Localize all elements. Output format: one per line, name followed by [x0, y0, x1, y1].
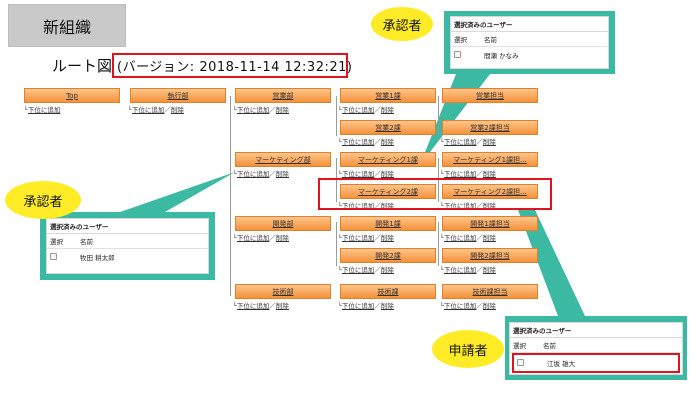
node-sales-tanto[interactable]: 営業担当 — [442, 88, 538, 103]
panel-header: 選択 名前 — [47, 234, 208, 249]
node-dev2-tanto-actions[interactable]: └下位に追加／削除 — [440, 264, 496, 274]
node-mkt1-actions[interactable]: └下位に追加／削除 — [338, 168, 394, 178]
node-top[interactable]: Top — [24, 88, 120, 103]
node-sales2[interactable]: 営業2課 — [340, 120, 436, 135]
connector-left — [120, 172, 235, 212]
tree-line-sales — [336, 96, 337, 136]
node-sales-actions[interactable]: └下位に追加／削除 — [233, 104, 289, 114]
node-sales1[interactable]: 営業1課 — [340, 88, 436, 103]
panel-header: 選択 名前 — [451, 32, 608, 47]
tree-line-dev — [336, 222, 337, 266]
node-tech-ka-actions[interactable]: └下位に追加／削除 — [338, 300, 394, 310]
selected-users-panel-top: 選択済みのユーザー 選択 名前 間瀬 かなみ — [450, 16, 609, 69]
select-checkbox[interactable] — [50, 252, 57, 260]
tree-line-dev-tanto — [438, 222, 439, 266]
bubble-approver-left: 承認者 — [5, 181, 81, 219]
node-dev1[interactable]: 開発1課 — [340, 216, 436, 231]
select-checkbox[interactable] — [454, 50, 461, 58]
user-name: 江坂 雄大 — [547, 360, 576, 368]
callout-applicant: 選択済みのユーザー 選択 名前 江坂 雄大 — [505, 316, 687, 380]
panel-title: 選択済みのユーザー — [510, 323, 682, 338]
node-sales1-actions[interactable]: └下位に追加／削除 — [338, 104, 394, 114]
node-mkt1[interactable]: マーケティング1課 — [340, 152, 436, 167]
col-name: 名前 — [543, 342, 556, 350]
user-name: 間瀬 かなみ — [484, 52, 519, 60]
node-sales2-actions[interactable]: └下位に追加／削除 — [338, 136, 394, 146]
bubble-applicant: 申請者 — [432, 330, 504, 368]
node-tech-actions[interactable]: └下位に追加／削除 — [233, 300, 289, 310]
node-sales2-tanto[interactable]: 営業2課担当 — [442, 120, 538, 135]
node-dev2-tanto[interactable]: 開発2課担当 — [442, 248, 538, 263]
node-exec-actions[interactable]: └下位に追加／削除 — [128, 104, 184, 114]
node-sales2-tanto-actions[interactable]: └下位に追加／削除 — [440, 136, 496, 146]
node-mkt1-tanto-actions[interactable]: └下位に追加／削除 — [440, 168, 496, 178]
select-checkbox[interactable] — [517, 358, 524, 366]
tree-line-main — [230, 96, 231, 296]
col-name: 名前 — [80, 238, 93, 246]
user-name: 牧田 耕太郎 — [80, 254, 115, 262]
node-dev2[interactable]: 開発2課 — [340, 248, 436, 263]
col-select: 選択 — [454, 36, 467, 44]
node-mkt[interactable]: マーケティング部 — [235, 152, 331, 167]
node-dev[interactable]: 開発部 — [235, 216, 331, 231]
node-sales[interactable]: 営業部 — [235, 88, 331, 103]
user-row[interactable]: 江坂 雄大 — [512, 353, 680, 373]
bubble-approver-top: 承認者 — [371, 7, 433, 41]
node-mkt-actions[interactable]: └下位に追加／削除 — [233, 168, 289, 178]
node-dev-actions[interactable]: └下位に追加／削除 — [233, 232, 289, 242]
selected-users-panel-applicant: 選択済みのユーザー 選択 名前 江坂 雄大 — [509, 322, 683, 375]
node-dev2-actions[interactable]: └下位に追加／削除 — [338, 264, 394, 274]
callout-approver-left: 選択済みのユーザー 選択 名前 牧田 耕太郎 — [40, 212, 215, 280]
selected-users-panel-left: 選択済みのユーザー 選択 名前 牧田 耕太郎 — [46, 218, 209, 274]
tree-line-sales-tanto — [438, 96, 439, 136]
node-tech-tanto[interactable]: 技術課担当 — [442, 284, 538, 299]
user-row[interactable]: 牧田 耕太郎 — [47, 249, 208, 265]
panel-title: 選択済みのユーザー — [451, 17, 608, 32]
mkt2-highlight — [318, 178, 552, 210]
col-name: 名前 — [484, 36, 497, 44]
node-dev1-tanto[interactable]: 開発1課担当 — [442, 216, 538, 231]
col-select: 選択 — [50, 238, 63, 246]
node-mkt1-tanto[interactable]: マーケティング1課担... — [442, 152, 538, 167]
node-tech-ka[interactable]: 技術課 — [340, 284, 436, 299]
panel-header: 選択 名前 — [510, 338, 682, 353]
col-select: 選択 — [513, 342, 526, 350]
node-exec[interactable]: 執行部 — [130, 88, 226, 103]
panel-title: 選択済みのユーザー — [47, 219, 208, 234]
user-row[interactable]: 間瀬 かなみ — [451, 47, 608, 63]
node-dev1-actions[interactable]: └下位に追加／削除 — [338, 232, 394, 242]
node-dev1-tanto-actions[interactable]: └下位に追加／削除 — [440, 232, 496, 242]
node-tech[interactable]: 技術部 — [235, 284, 331, 299]
callout-approver-top: 選択済みのユーザー 選択 名前 間瀬 かなみ — [444, 11, 615, 74]
node-tech-tanto-actions[interactable]: └下位に追加／削除 — [440, 300, 496, 310]
node-top-actions[interactable]: └下位に追加 — [24, 104, 60, 114]
